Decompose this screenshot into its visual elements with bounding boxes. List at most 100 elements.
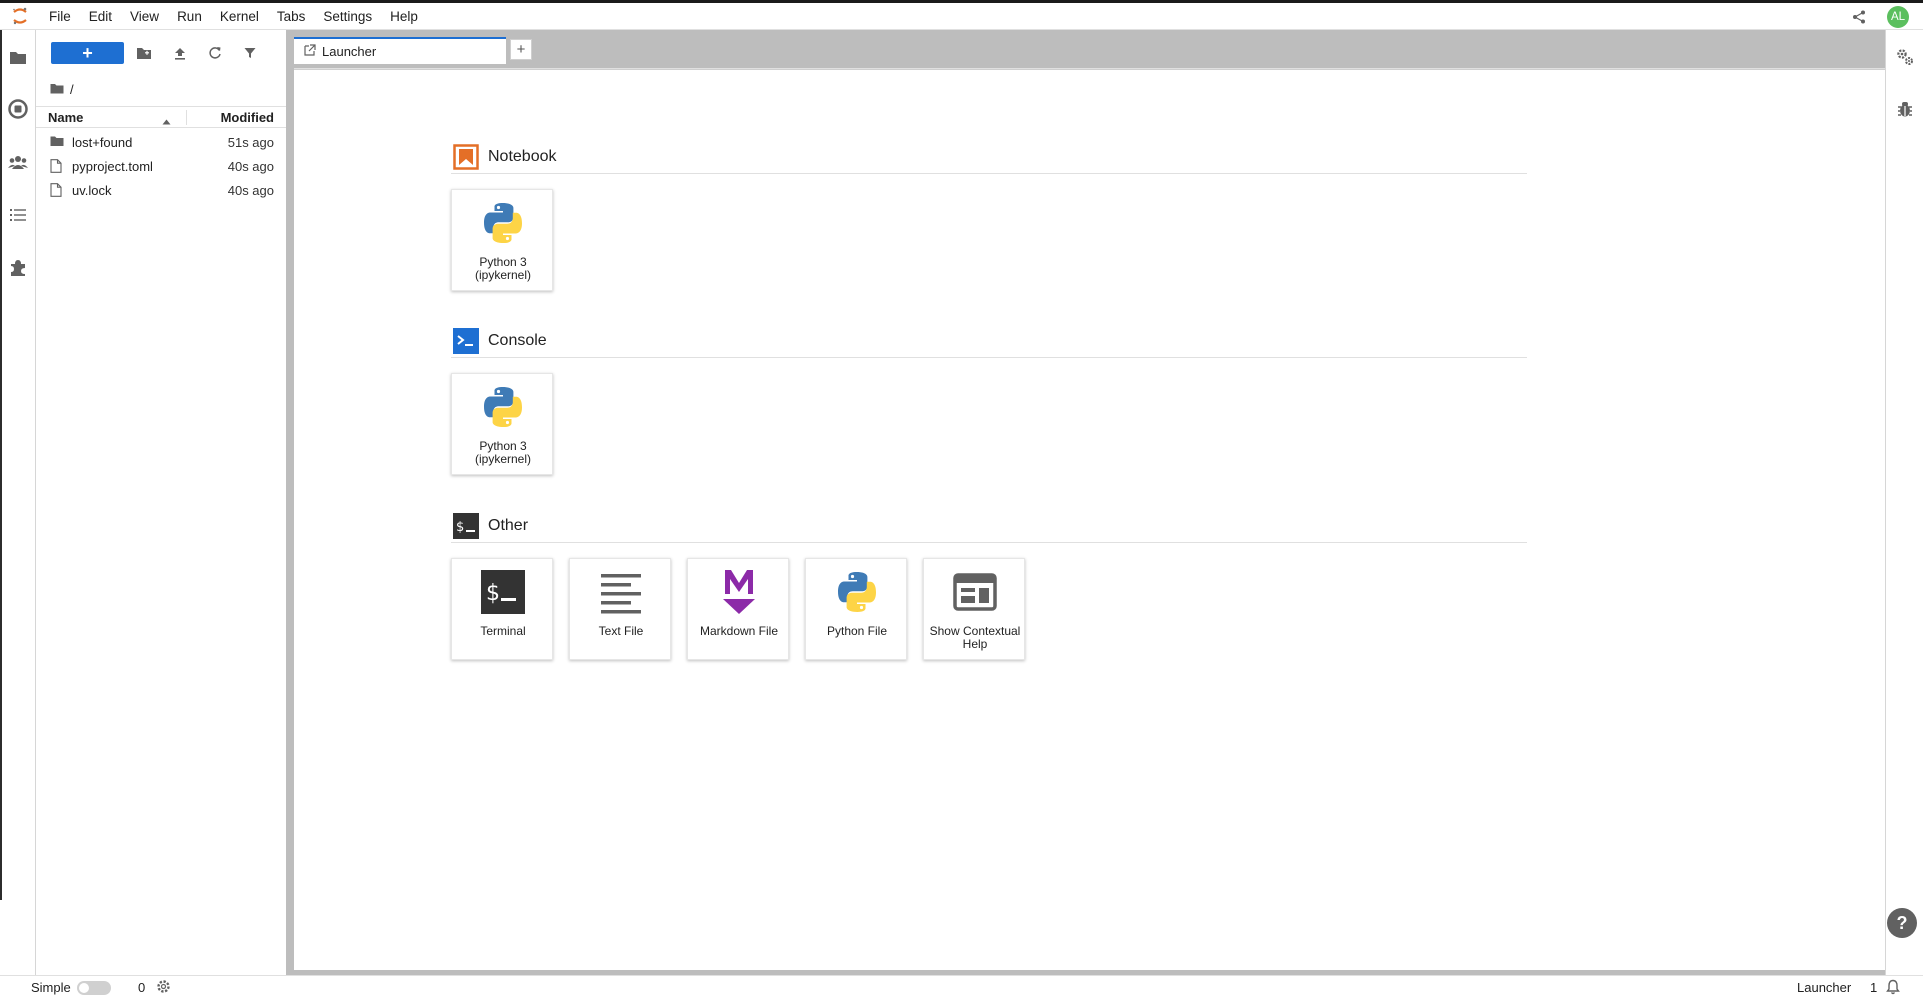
simple-mode-label: Simple xyxy=(31,980,71,995)
launcher-card-console-python3[interactable]: Python 3 (ipykernel) xyxy=(451,373,553,475)
menu-file[interactable]: File xyxy=(40,3,80,30)
add-tab-button[interactable]: + xyxy=(510,39,532,60)
running-sessions-icon[interactable] xyxy=(7,98,29,120)
menu-run[interactable]: Run xyxy=(168,3,211,30)
table-of-contents-icon[interactable] xyxy=(7,204,29,226)
notification-count[interactable]: 1 xyxy=(1870,980,1877,995)
file-row-uv-lock[interactable]: uv.lock 40s ago xyxy=(36,178,286,202)
card-label: Python File xyxy=(826,624,888,638)
card-label: Terminal xyxy=(480,624,526,638)
file-name: lost+found xyxy=(72,134,133,150)
kernel-status-gear-icon[interactable] xyxy=(156,979,171,997)
sort-ascending-icon[interactable] xyxy=(162,113,171,128)
notebook-section-icon xyxy=(453,144,479,170)
main-dock-area: Launcher + Notebook Python 3 (ipykernel)… xyxy=(294,30,1885,975)
file-name: pyproject.toml xyxy=(72,158,153,174)
folder-icon xyxy=(50,135,64,149)
help-question-icon[interactable]: ? xyxy=(1887,908,1917,938)
user-avatar[interactable]: AL xyxy=(1887,5,1909,28)
tab-bar: Launcher + xyxy=(294,30,1885,64)
card-label: Text File xyxy=(598,624,644,638)
section-title: Notebook xyxy=(488,148,557,165)
refresh-icon[interactable] xyxy=(204,43,226,63)
kernel-count[interactable]: 0 xyxy=(138,980,145,995)
toggle-knob xyxy=(79,983,89,993)
launcher-card-terminal[interactable]: $ Terminal xyxy=(451,558,553,660)
file-row-lost-found[interactable]: lost+found 51s ago xyxy=(36,130,286,154)
left-activity-accent xyxy=(0,30,2,900)
card-label: Markdown File xyxy=(699,624,779,638)
file-modified: 40s ago xyxy=(227,158,274,174)
launcher-card-text-file[interactable]: Text File xyxy=(569,558,671,660)
section-cards: Python 3 (ipykernel) xyxy=(451,373,1527,475)
section-cards: $ Terminal Text File Markdown File Pytho… xyxy=(451,558,1527,660)
file-row-pyproject[interactable]: pyproject.toml 40s ago xyxy=(36,154,286,178)
menu-tabs[interactable]: Tabs xyxy=(268,3,315,30)
breadcrumb-folder-icon[interactable] xyxy=(50,82,64,97)
panel-splitter-handle[interactable] xyxy=(286,30,294,975)
contextual-help-icon xyxy=(950,567,1000,617)
launcher-card-notebook-python3[interactable]: Python 3 (ipykernel) xyxy=(451,189,553,291)
breadcrumb: / xyxy=(50,80,74,98)
python-icon xyxy=(478,382,528,432)
property-inspector-gears-icon[interactable] xyxy=(1894,46,1916,68)
file-modified: 51s ago xyxy=(227,134,274,150)
launcher-card-markdown-file[interactable]: Markdown File xyxy=(687,558,789,660)
menu-settings[interactable]: Settings xyxy=(314,3,381,30)
column-separator[interactable] xyxy=(186,110,187,125)
card-label: Show Contextual Help xyxy=(929,624,1021,651)
section-title: Other xyxy=(488,517,529,534)
section-header: Console xyxy=(451,326,1527,358)
status-bar: Simple 0 Launcher 1 xyxy=(0,975,1923,998)
new-folder-icon[interactable] xyxy=(133,43,155,63)
new-launcher-button[interactable]: + xyxy=(51,42,124,64)
collaboration-users-icon[interactable] xyxy=(7,151,29,173)
right-activity-bar xyxy=(1885,30,1923,975)
upload-icon[interactable] xyxy=(169,43,191,63)
file-icon xyxy=(50,159,64,173)
file-list: lost+found 51s ago pyproject.toml 40s ag… xyxy=(36,130,286,202)
column-name-header[interactable]: Name xyxy=(48,110,83,125)
menubar: File Edit View Run Kernel Tabs Settings … xyxy=(0,3,1923,30)
menu-help[interactable]: Help xyxy=(381,3,427,30)
svg-text:$: $ xyxy=(456,520,464,535)
launcher-icon xyxy=(304,44,316,59)
left-activity-bar xyxy=(0,30,36,975)
tab-launcher[interactable]: Launcher xyxy=(294,37,506,64)
debugger-bug-icon[interactable] xyxy=(1894,98,1916,120)
python-icon xyxy=(832,567,882,617)
launcher-section-console: Console Python 3 (ipykernel) xyxy=(451,326,1527,475)
console-section-icon xyxy=(453,328,479,354)
launcher-card-contextual-help[interactable]: Show Contextual Help xyxy=(923,558,1025,660)
share-icon[interactable] xyxy=(1849,7,1869,27)
file-icon xyxy=(50,183,64,197)
python-icon xyxy=(478,198,528,248)
folder-icon[interactable] xyxy=(7,46,29,68)
markdown-icon xyxy=(714,567,764,617)
text-file-icon xyxy=(596,567,646,617)
column-modified-header[interactable]: Modified xyxy=(221,110,274,125)
menu-kernel[interactable]: Kernel xyxy=(211,3,268,30)
menu-edit[interactable]: Edit xyxy=(80,3,121,30)
file-modified: 40s ago xyxy=(227,182,274,198)
extensions-puzzle-icon[interactable] xyxy=(7,257,29,279)
launcher-card-python-file[interactable]: Python File xyxy=(805,558,907,660)
menu-view[interactable]: View xyxy=(121,3,168,30)
active-document-label: Launcher xyxy=(1797,980,1852,995)
card-label: Python 3 (ipykernel) xyxy=(474,439,531,466)
tab-label: Launcher xyxy=(322,44,377,59)
file-browser-panel: + / Name Modified lost+found 51s ago pyp… xyxy=(36,30,286,975)
launcher-section-notebook: Notebook Python 3 (ipykernel) xyxy=(451,142,1527,291)
notification-bell-icon[interactable] xyxy=(1886,979,1900,998)
jupyter-logo-icon xyxy=(0,3,40,30)
other-section-icon: $ xyxy=(453,513,479,539)
launcher-section-other: $ Other $ Terminal Text File Markdown Fi… xyxy=(451,511,1527,660)
file-list-header: Name Modified xyxy=(36,106,286,128)
terminal-icon: $ xyxy=(478,567,528,617)
filter-icon[interactable] xyxy=(239,43,261,63)
panel-top-border xyxy=(294,69,1885,70)
breadcrumb-root[interactable]: / xyxy=(70,82,74,97)
simple-mode-toggle[interactable] xyxy=(77,981,111,995)
section-header: $ Other xyxy=(451,511,1527,543)
file-name: uv.lock xyxy=(72,182,112,198)
